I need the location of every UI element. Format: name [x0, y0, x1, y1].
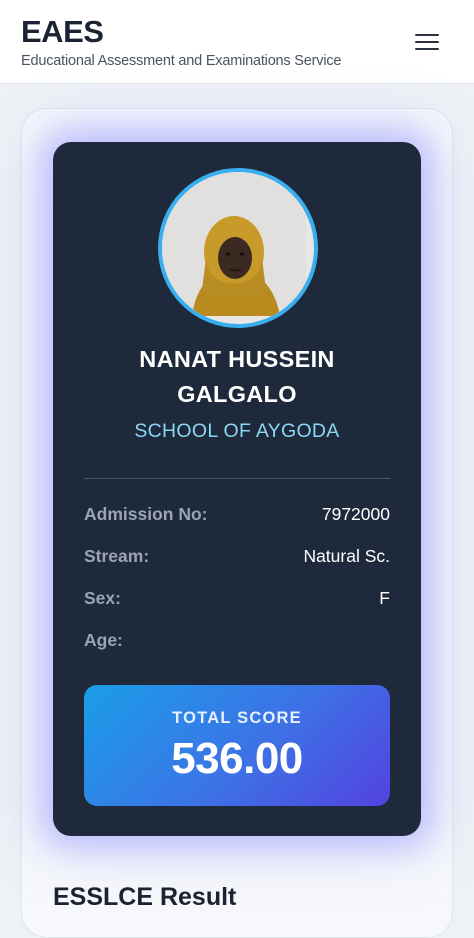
divider — [84, 478, 390, 479]
student-photo — [158, 168, 318, 328]
stream-row: Stream: Natural Sc. — [84, 544, 390, 568]
age-label: Age: — [84, 630, 123, 650]
age-row: Age: — [84, 628, 390, 652]
top-app-bar: EAES Educational Assessment and Examinat… — [0, 0, 474, 84]
app-subtitle: Educational Assessment and Examinations … — [21, 53, 342, 69]
student-name-line2: GALGALO — [177, 381, 297, 407]
result-section-title: ESSLCE Result — [53, 883, 237, 911]
stream-value: Natural Sc. — [303, 546, 390, 566]
menu-bar-line — [415, 41, 439, 43]
menu-bar-line — [415, 48, 439, 50]
total-score-panel: TOTAL SCORE 536.00 — [84, 685, 390, 806]
admission-number-row: Admission No: 7972000 — [84, 502, 390, 526]
sex-label: Sex: — [84, 588, 121, 608]
student-profile-card: NANAT HUSSEIN GALGALO SCHOOL OF AYGODA A… — [53, 142, 421, 836]
sex-row: Sex: F — [84, 586, 390, 610]
student-name: NANAT HUSSEIN GALGALO — [53, 342, 421, 412]
admission-number-label: Admission No: — [84, 504, 208, 524]
stream-label: Stream: — [84, 546, 150, 566]
hamburger-menu-icon[interactable] — [408, 28, 446, 56]
menu-bar-line — [415, 34, 439, 36]
school-name: SCHOOL OF AYGODA — [134, 420, 340, 442]
student-name-line1: NANAT HUSSEIN — [139, 346, 335, 372]
student-photo-image — [162, 172, 306, 316]
sex-value: F — [379, 588, 390, 608]
total-score-value: 536.00 — [171, 734, 303, 783]
admission-number-value: 7972000 — [321, 504, 390, 524]
app-title[interactable]: EAES — [21, 12, 104, 52]
total-score-label: TOTAL SCORE — [172, 709, 302, 727]
